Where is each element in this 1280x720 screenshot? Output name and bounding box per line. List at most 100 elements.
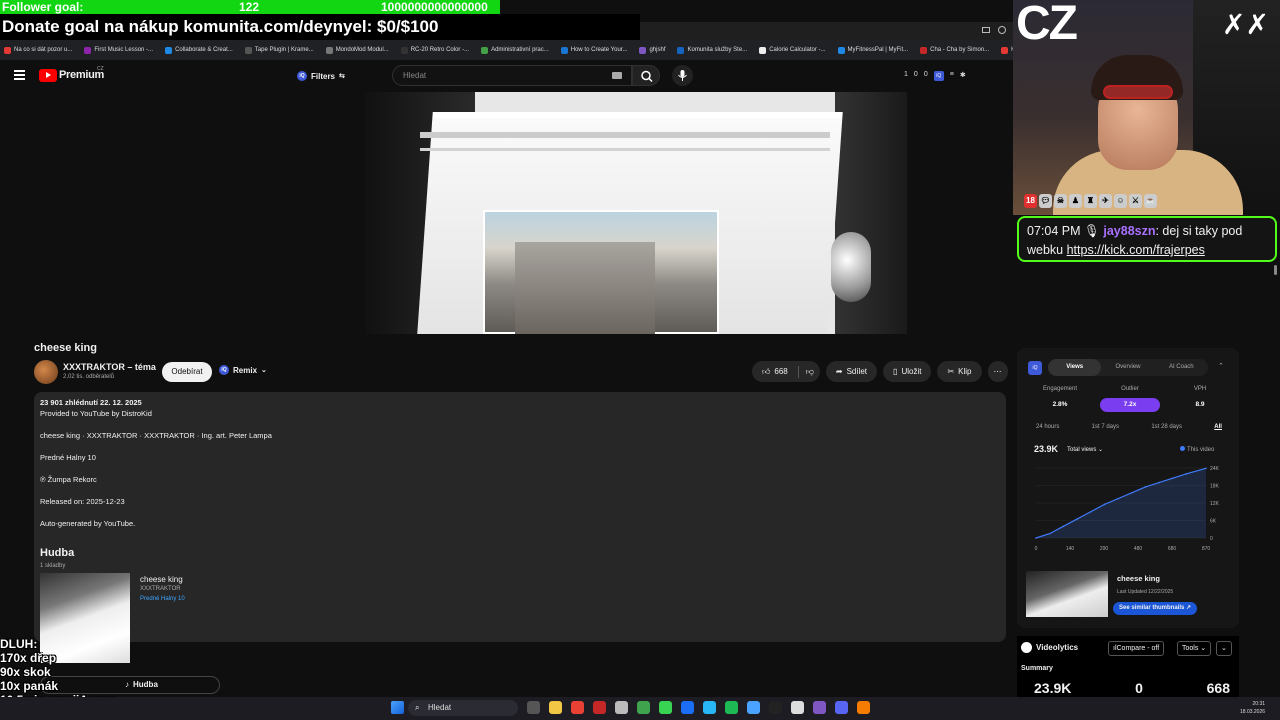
similar-title: cheese king bbox=[1117, 574, 1160, 583]
taskbar-app-icon[interactable] bbox=[725, 701, 738, 714]
voice-search-button[interactable] bbox=[672, 65, 693, 86]
save-button[interactable]: ▯ Uložit bbox=[883, 361, 932, 382]
track-title[interactable]: cheese king bbox=[140, 575, 183, 584]
like-button[interactable]: 👍︎ 668 👎︎ bbox=[752, 361, 820, 382]
taskbar-app-icon[interactable] bbox=[615, 701, 628, 714]
collapse-icon[interactable]: ⌃ bbox=[1218, 362, 1224, 370]
bookmark-label: Collaborate & Creat... bbox=[175, 47, 233, 53]
track-thumbnail[interactable] bbox=[40, 573, 130, 663]
building-graphic bbox=[515, 242, 655, 334]
period-all[interactable]: All bbox=[1214, 424, 1222, 430]
bookmark-item[interactable]: Tape Plugin | Krame... bbox=[244, 46, 314, 54]
description-panel[interactable] bbox=[34, 392, 1006, 642]
clip-button[interactable]: ✂ Klip bbox=[937, 361, 982, 382]
share-button[interactable]: ➦ Sdílet bbox=[825, 361, 878, 382]
bookmark-item[interactable]: Komunita služby Ste... bbox=[677, 46, 747, 54]
list-icon[interactable]: ≡ bbox=[950, 71, 954, 81]
description-line: Provided to YouTube by DistroKid bbox=[40, 409, 152, 418]
bookmark-item[interactable]: How to Create Your... bbox=[560, 46, 627, 54]
channel-avatar[interactable] bbox=[34, 360, 58, 384]
bookmark-item[interactable]: Administrativní prac... bbox=[481, 46, 549, 54]
window-icon[interactable] bbox=[982, 27, 990, 33]
similar-thumbnail[interactable] bbox=[1026, 571, 1108, 617]
track-album[interactable]: Predné Halny 10 bbox=[140, 596, 185, 602]
thumbs-down-icon[interactable]: 👎︎ bbox=[806, 367, 814, 377]
period-7d[interactable]: 1st 7 days bbox=[1092, 424, 1119, 430]
taskbar-app-icon[interactable] bbox=[703, 701, 716, 714]
compare-button[interactable]: ılCompare - off bbox=[1108, 641, 1165, 656]
channel-name[interactable]: XXXTRAKTOR – téma bbox=[63, 362, 156, 372]
bookmark-item[interactable]: MyFitnessPal | MyFit... bbox=[837, 46, 908, 54]
bookmark-item[interactable]: Na co si dát pozor u... bbox=[4, 46, 72, 54]
debt-line: 170x dřep bbox=[0, 651, 57, 665]
windows-start-icon[interactable] bbox=[391, 701, 404, 714]
bookmark-label: Administrativní prac... bbox=[491, 47, 549, 53]
subscribe-button[interactable]: Odebírat bbox=[162, 362, 212, 382]
expand-button[interactable]: ⌄ bbox=[1216, 641, 1232, 656]
more-button[interactable]: ⋯ bbox=[987, 361, 1008, 382]
follower-goal-label: Follower goal: bbox=[2, 0, 84, 14]
tab-overview[interactable]: Overview bbox=[1101, 359, 1154, 376]
tab-views[interactable]: Views bbox=[1048, 359, 1102, 376]
taskbar-clock[interactable]: 20:31 18.03.2026 bbox=[1240, 700, 1265, 716]
taskbar-app-icon[interactable] bbox=[593, 701, 606, 714]
bookmark-item[interactable]: Cha - Cha by Simon... bbox=[920, 46, 989, 54]
taskbar-app-icon[interactable] bbox=[681, 701, 694, 714]
search-input[interactable]: Hledat bbox=[392, 65, 632, 86]
extension-icon[interactable]: iQ bbox=[933, 71, 944, 81]
taskbar-app-icon[interactable] bbox=[659, 701, 672, 714]
taskbar-app-icon[interactable] bbox=[813, 701, 826, 714]
period-24h[interactable]: 24 hours bbox=[1036, 424, 1059, 430]
metric-label: Engagement bbox=[1042, 386, 1078, 392]
taskbar-app-icon[interactable] bbox=[835, 701, 848, 714]
chevron-down-icon: ⌄ bbox=[261, 367, 267, 374]
keyboard-icon[interactable] bbox=[612, 72, 622, 79]
bookmark-item[interactable]: First Music Lesson -... bbox=[84, 46, 153, 54]
taskbar-app-icon[interactable] bbox=[857, 701, 870, 714]
filters-button[interactable]: iQ Filters ⇆ bbox=[297, 68, 345, 84]
youtube-logo-icon[interactable] bbox=[39, 69, 57, 82]
bookmark-item[interactable]: RC-20 Retro Color -... bbox=[400, 46, 469, 54]
bookmark-item[interactable]: ghjshf bbox=[639, 46, 665, 54]
bookmark-item[interactable]: MondoMod Modul... bbox=[325, 46, 389, 54]
bookmark-favicon-icon bbox=[400, 46, 408, 54]
bookmark-favicon-icon bbox=[165, 46, 173, 54]
search-button[interactable] bbox=[632, 65, 660, 86]
y-tick-label: 18K bbox=[1210, 484, 1220, 490]
puzzle-icon[interactable]: ✱ bbox=[960, 71, 966, 81]
taskbar-app-icon[interactable] bbox=[549, 701, 562, 714]
taskbar-search[interactable]: Hledat bbox=[408, 700, 518, 716]
taskbar-app-icon[interactable] bbox=[791, 701, 804, 714]
bookmark-item[interactable]: Collaborate & Creat... bbox=[165, 46, 233, 54]
summary-numbers: 23.9K 0 668 bbox=[1034, 680, 1230, 696]
views-point bbox=[1062, 525, 1065, 528]
tab-ai-coach[interactable]: AI Coach bbox=[1155, 359, 1208, 376]
video-player[interactable] bbox=[365, 92, 907, 334]
taskbar-app-icon[interactable] bbox=[747, 701, 760, 714]
similar-thumbnails-button[interactable]: See similar thumbnails ↗ bbox=[1113, 602, 1198, 615]
bookmark-item[interactable]: Hype bbox=[1001, 46, 1013, 54]
filters-label: Filters bbox=[311, 71, 336, 81]
period-28d[interactable]: 1st 28 days bbox=[1151, 424, 1182, 430]
emote-icon: ♜ bbox=[1084, 194, 1097, 208]
signature-graphic: ✗✗ bbox=[1222, 9, 1269, 40]
taskbar-search-label: Hledat bbox=[428, 703, 452, 712]
taskbar-app-icon[interactable] bbox=[571, 701, 584, 714]
scrollbar-thumb[interactable] bbox=[1274, 265, 1277, 275]
external-link-icon: ↗ bbox=[1186, 605, 1192, 611]
vidiq-icon[interactable]: iQ bbox=[1028, 361, 1042, 375]
bookmark-icon: ▯ bbox=[893, 367, 898, 376]
taskbar-app-icon[interactable] bbox=[637, 701, 650, 714]
zoom-icon[interactable] bbox=[998, 26, 1006, 34]
metric-selector[interactable]: Total views ⌄ bbox=[1067, 446, 1103, 453]
tools-button[interactable]: Tools ⌄ bbox=[1177, 641, 1212, 656]
remix-button[interactable]: iQ Remix ⌄ bbox=[219, 365, 267, 375]
menu-icon[interactable] bbox=[14, 70, 25, 80]
taskbar-app-icon[interactable] bbox=[527, 701, 540, 714]
music-button[interactable]: ♪ Hudba bbox=[40, 676, 220, 694]
taskbar-app-icon[interactable] bbox=[769, 701, 782, 714]
last-updated: Last Updated 12/22/2025 bbox=[1117, 589, 1174, 595]
bookmark-label: MondoMod Modul... bbox=[335, 47, 389, 53]
bookmark-item[interactable]: Calorie Calculator -... bbox=[759, 46, 826, 54]
coffin-trim bbox=[420, 148, 830, 151]
